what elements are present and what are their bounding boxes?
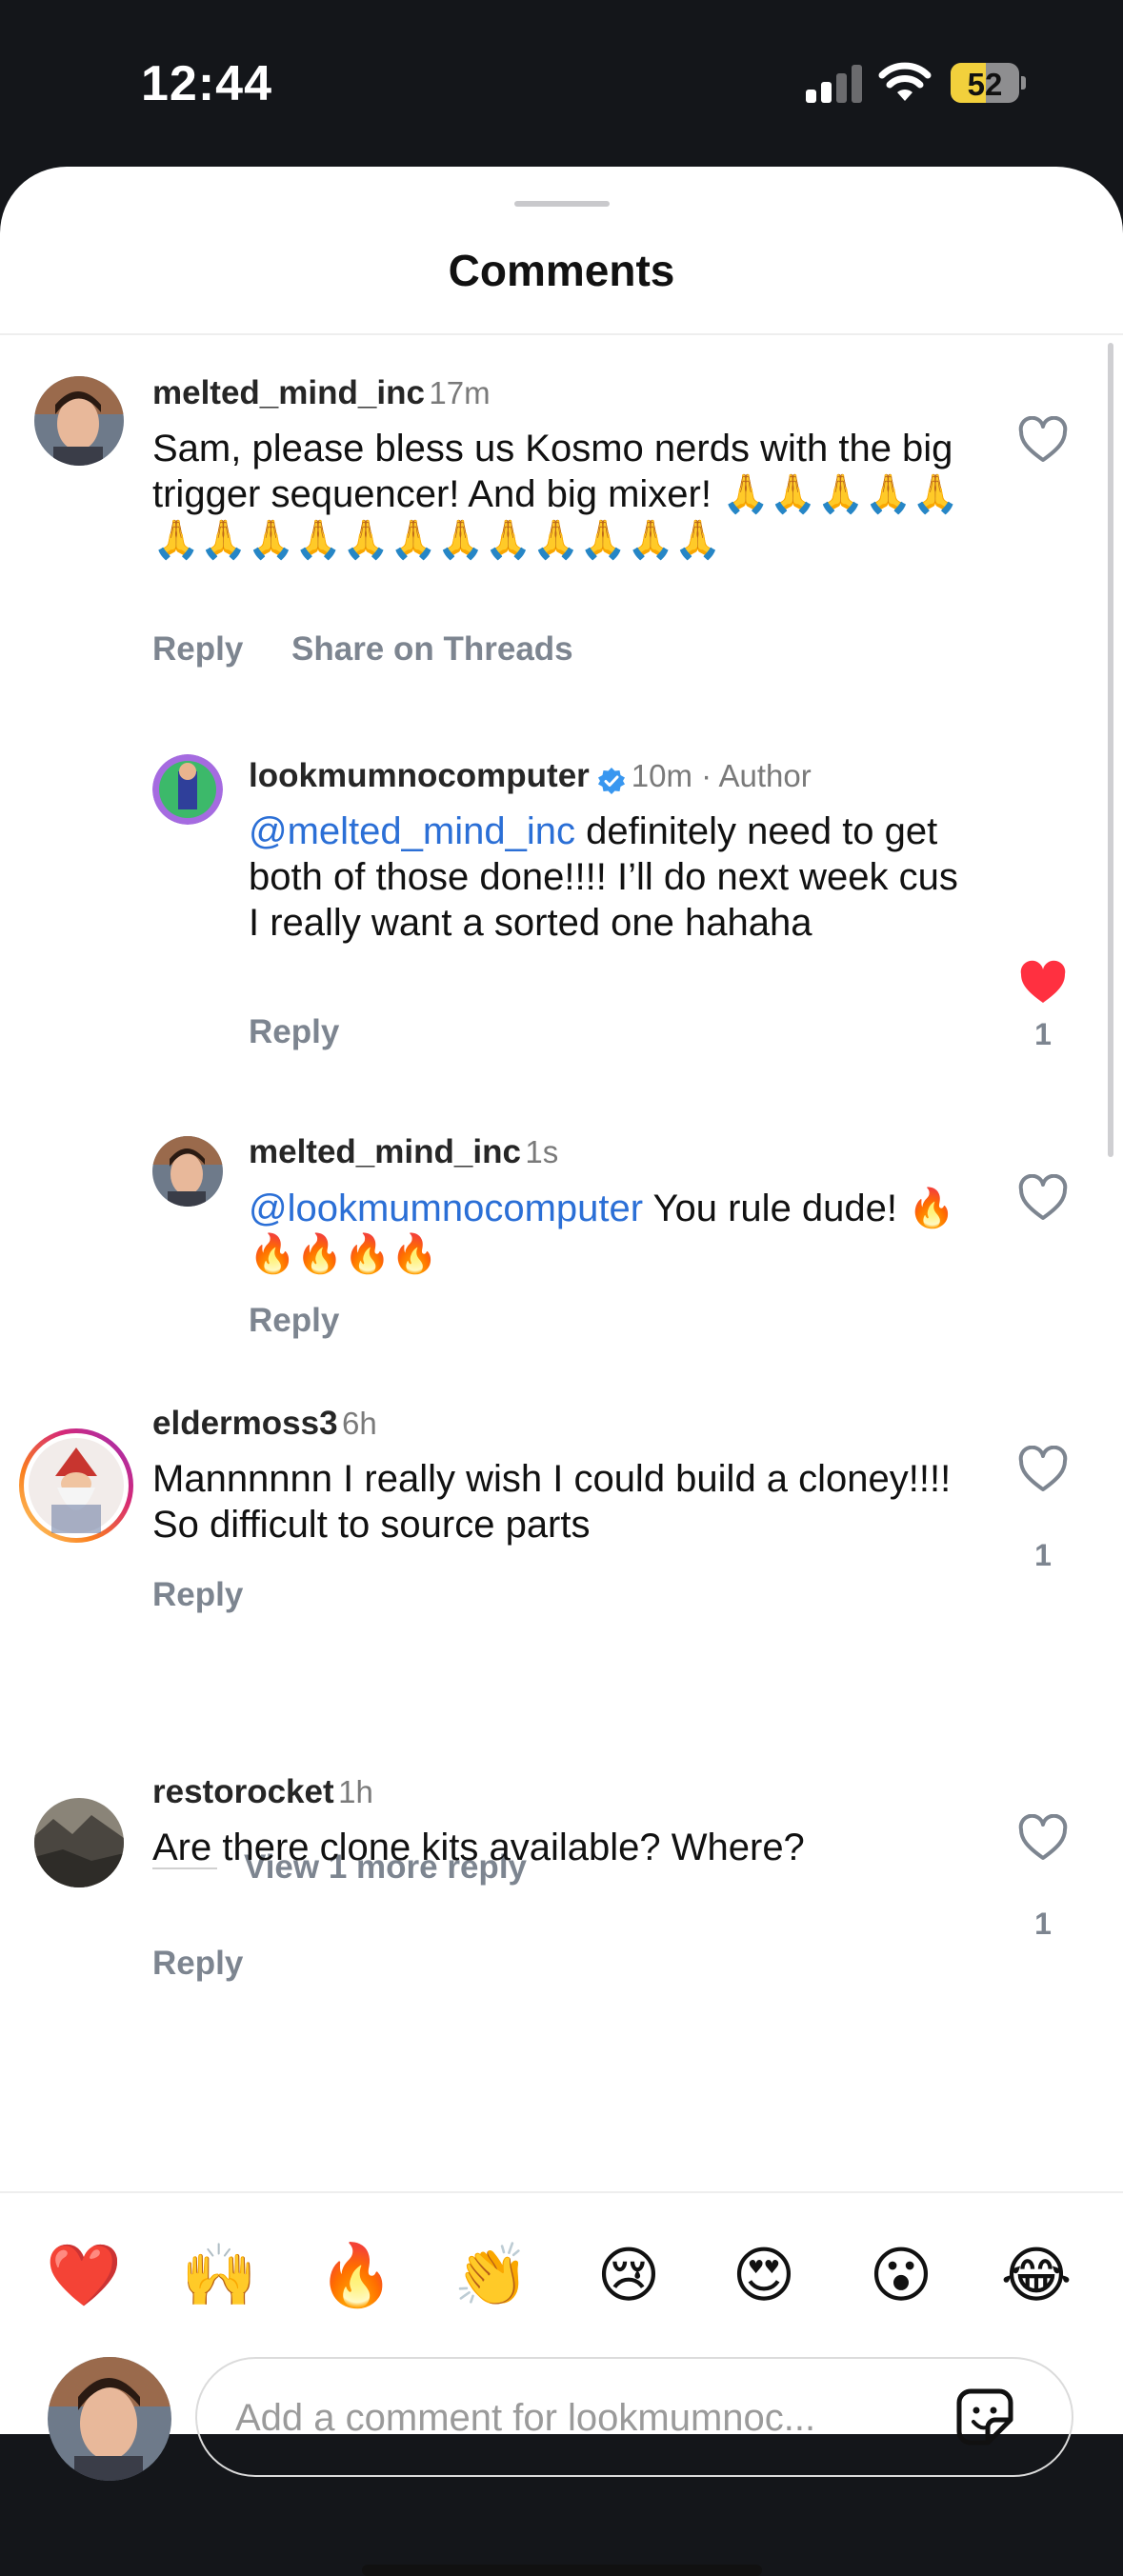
heart-outline-icon[interactable]: [1017, 1174, 1069, 1222]
mention-link[interactable]: @melted_mind_inc: [249, 810, 575, 852]
comment-input[interactable]: [233, 2387, 904, 2448]
avatar[interactable]: [152, 754, 223, 825]
like-count: 1: [1034, 1538, 1052, 1572]
reaction-crying[interactable]: 😢: [591, 2237, 667, 2313]
reaction-laughing[interactable]: 😂: [998, 2237, 1074, 2313]
avatar-with-story-ring[interactable]: [19, 1428, 133, 1543]
my-avatar: [48, 2357, 171, 2481]
avatar[interactable]: [34, 1798, 124, 1887]
comment-text: Are there clone kits available? Where?: [152, 1827, 805, 1868]
sheet-title: Comments: [448, 246, 675, 295]
comment-text: @melted_mind_inc definitely need to get …: [249, 809, 973, 946]
comment-composer: [195, 2357, 1073, 2477]
comment-username[interactable]: eldermoss3: [152, 1405, 338, 1442]
comment-time: 1h: [338, 1774, 373, 1809]
composer-divider: [0, 2191, 1123, 2193]
reply-button[interactable]: Reply: [152, 1945, 243, 1983]
reply-button[interactable]: Reply: [249, 1013, 339, 1051]
battery-icon: 52: [951, 63, 1026, 103]
signal-icon: [806, 63, 863, 103]
mention-link[interactable]: @lookmumnocomputer: [249, 1188, 643, 1229]
comment-time: 17m: [429, 375, 491, 410]
heart-filled-icon[interactable]: [1017, 959, 1069, 1007]
comments-sheet: Comments melted_mind_inc 17m Sam, please…: [0, 167, 1123, 2576]
reaction-raising-hands[interactable]: 🙌: [181, 2237, 257, 2313]
wifi-icon: [878, 62, 932, 101]
like-count: 1: [1034, 1017, 1052, 1051]
reaction-surprised[interactable]: 😮: [863, 2237, 939, 2313]
heart-outline-icon[interactable]: [1017, 1446, 1069, 1493]
reaction-clapping[interactable]: 👏: [453, 2237, 530, 2313]
sheet-grabber[interactable]: [514, 201, 610, 207]
sticker-icon[interactable]: [950, 2382, 1020, 2452]
reaction-heart[interactable]: ❤️: [46, 2237, 122, 2313]
comment-time: 6h: [342, 1406, 377, 1441]
like-count: 1: [1034, 1907, 1052, 1941]
reaction-fire[interactable]: 🔥: [318, 2237, 394, 2313]
avatar[interactable]: [34, 376, 124, 466]
reply-button[interactable]: Reply: [152, 630, 243, 669]
comment-text: Mannnnnn I really wish I could build a c…: [152, 1458, 952, 1546]
comment-time: 1s: [525, 1134, 559, 1169]
comment-username[interactable]: melted_mind_inc: [152, 374, 425, 411]
reply-button[interactable]: Reply: [152, 1576, 243, 1614]
scrollbar[interactable]: [1108, 343, 1113, 1157]
share-on-threads-button[interactable]: Share on Threads: [291, 630, 573, 669]
reaction-heart-eyes[interactable]: 😍: [726, 2237, 802, 2313]
status-time: 12:44: [141, 56, 272, 111]
status-bar: 12:44 52: [0, 0, 1123, 167]
battery-level: 52: [967, 67, 1003, 102]
comment-time: 10m · Author: [631, 758, 812, 793]
comment-username[interactable]: restorocket: [152, 1773, 334, 1810]
comment-text: @lookmumnocomputer You rule dude! 🔥🔥🔥🔥🔥: [249, 1186, 973, 1277]
heart-outline-icon[interactable]: [1017, 416, 1069, 464]
heart-outline-icon[interactable]: [1017, 1814, 1069, 1862]
comment-username[interactable]: lookmumnocomputer: [249, 757, 590, 794]
home-indicator[interactable]: [362, 2565, 762, 2576]
header-divider: [0, 333, 1123, 335]
verified-badge-icon: [597, 767, 625, 794]
reply-button[interactable]: Reply: [249, 1302, 339, 1340]
avatar[interactable]: [152, 1136, 223, 1207]
comment-text: Sam, please bless us Kosmo nerds with th…: [152, 428, 960, 561]
comment-username[interactable]: melted_mind_inc: [249, 1133, 521, 1170]
